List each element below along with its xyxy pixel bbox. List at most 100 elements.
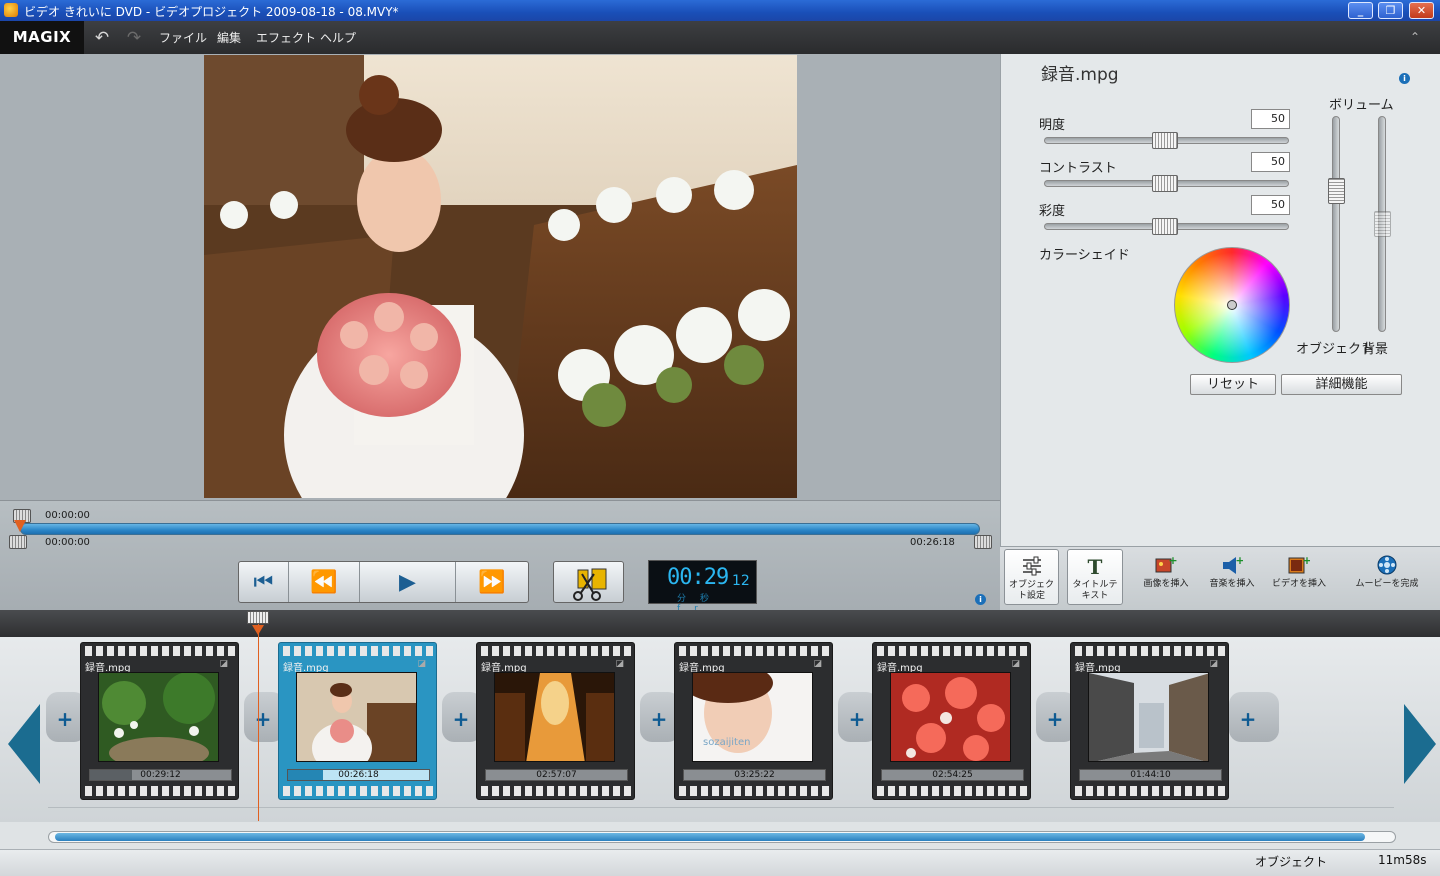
redo-icon[interactable]: ↷ (124, 28, 144, 48)
cut-button[interactable] (553, 561, 624, 603)
tool-insert-image[interactable]: + 画像を挿入 (1140, 549, 1192, 605)
timeline-clip[interactable]: 録音.mpg ◪ 01:44:10 (1070, 642, 1229, 800)
insert-end-icon[interactable]: + (1237, 707, 1259, 731)
rewind-button[interactable]: ⏪ (289, 562, 360, 602)
reset-button[interactable]: リセット (1190, 374, 1276, 395)
clip-lane: + 録音.mpg ◪ 00:29:12 + 録音.mpg ◪ 00:26:18 + 録音.mpg ◪… (46, 637, 1394, 808)
film-sprockets (283, 786, 434, 796)
scrub-end-time: 00:26:18 (910, 537, 955, 548)
title-bar: ビデオ きれいに DVD - ビデオプロジェクト 2009-08-18 - 08… (0, 0, 1440, 21)
panel-info-icon[interactable]: i (1399, 73, 1410, 84)
clip-audio-icon[interactable]: ◪ (417, 659, 426, 669)
timeline-clip[interactable]: 録音.mpg ◪ 02:54:25 (872, 642, 1031, 800)
film-sprockets (283, 646, 434, 656)
scissors-icon (573, 568, 607, 601)
tool-label: 音楽を挿入 (1209, 579, 1255, 589)
transport-controls: ⏮ ⏪ ▶ ⏩ (238, 561, 529, 603)
insert-between-icon[interactable]: + (450, 707, 472, 731)
info-icon[interactable]: i (975, 594, 986, 605)
advanced-button[interactable]: 詳細機能 (1281, 374, 1402, 395)
contrast-slider-knob[interactable] (1152, 175, 1178, 192)
tool-label: タイトルテキスト (1072, 580, 1118, 601)
menu-edit[interactable]: 編集 (217, 29, 241, 46)
tool-insert-video[interactable]: + ビデオを挿入 (1270, 549, 1328, 605)
go-to-start-button[interactable]: ⏮ (239, 562, 289, 602)
film-sprockets (877, 786, 1028, 796)
film-sprockets (877, 646, 1028, 656)
timeline-playhead-line (258, 621, 259, 821)
tool-label: ビデオを挿入 (1271, 579, 1326, 589)
contrast-input[interactable]: 50 (1251, 152, 1290, 172)
clip-audio-icon[interactable]: ◪ (1011, 659, 1020, 669)
tool-title-text[interactable]: T タイトルテキスト (1067, 549, 1123, 605)
clip-thumbnail (494, 672, 615, 762)
app-icon (4, 3, 18, 17)
timeline-clip[interactable]: 録音.mpg ◪ sozaijiten 03:25:22 (674, 642, 833, 800)
disc-icon (1377, 555, 1397, 575)
saturation-slider-knob[interactable] (1152, 218, 1178, 235)
timeline-scroll-thumb[interactable] (55, 833, 1365, 841)
fast-forward-button[interactable]: ⏩ (456, 562, 528, 602)
range-out-handle[interactable] (974, 535, 992, 549)
range-in-handle[interactable] (9, 535, 27, 549)
film-sprockets (85, 786, 236, 796)
timeline-clip[interactable]: 録音.mpg ◪ 02:57:07 (476, 642, 635, 800)
tool-object-settings[interactable]: オブジェクト設定 (1004, 549, 1059, 605)
timecode-frames: 12 (732, 573, 750, 589)
menu-help[interactable]: ヘルプ (320, 29, 356, 46)
insert-between-icon[interactable]: + (846, 707, 868, 731)
timeline-header (0, 610, 1440, 637)
film-sprockets (1075, 646, 1226, 656)
brightness-slider-knob[interactable] (1152, 132, 1178, 149)
tool-finish-movie[interactable]: ムービーを完成 (1354, 549, 1420, 605)
color-wheel-picker[interactable] (1227, 300, 1237, 310)
clip-audio-icon[interactable]: ◪ (1209, 659, 1218, 669)
menu-effect[interactable]: エフェクト (256, 29, 316, 46)
saturation-input[interactable]: 50 (1251, 195, 1290, 215)
scrub-track[interactable] (20, 523, 980, 535)
insert-between-icon[interactable]: + (648, 707, 670, 731)
brightness-input[interactable]: 50 (1251, 109, 1290, 129)
insert-between-icon[interactable]: + (1044, 707, 1066, 731)
film-sprockets (679, 646, 830, 656)
clip-duration: 02:54:25 (932, 770, 973, 780)
color-wheel[interactable] (1174, 247, 1290, 363)
timeline-clip[interactable]: 録音.mpg ◪ 00:29:12 (80, 642, 239, 800)
transport-area: 00:00:00 00:00:00 00:26:18 ⏮ ⏪ ▶ ⏩ 00:29… (0, 500, 1000, 614)
clip-duration-bar: 00:29:12 (89, 769, 232, 781)
insert-between-icon[interactable]: + (252, 707, 274, 731)
tool-insert-music[interactable]: + 音楽を挿入 (1206, 549, 1258, 605)
close-button[interactable]: ✕ (1409, 2, 1434, 19)
clip-duration: 01:44:10 (1130, 770, 1171, 780)
collapse-icon[interactable]: ⌃ (1410, 30, 1420, 44)
clip-duration: 00:26:18 (338, 770, 379, 780)
clip-audio-icon[interactable]: ◪ (219, 659, 228, 669)
minimize-button[interactable]: _ (1348, 2, 1373, 19)
film-sprockets (679, 786, 830, 796)
menu-file[interactable]: ファイル (159, 29, 207, 46)
svg-text:+: + (1168, 555, 1177, 567)
preview-image (204, 55, 797, 498)
clip-audio-icon[interactable]: ◪ (615, 659, 624, 669)
scrub-playhead[interactable] (14, 520, 26, 532)
object-volume-knob[interactable] (1328, 178, 1345, 204)
magix-logo: MAGIX (0, 21, 84, 54)
film-sprockets (1075, 786, 1226, 796)
timeline-playhead-handle[interactable] (247, 611, 269, 624)
scroll-right-arrow-icon[interactable] (1404, 704, 1436, 784)
restore-button[interactable]: ❐ (1378, 2, 1403, 19)
undo-icon[interactable]: ↶ (92, 28, 112, 48)
tool-label: ムービーを完成 (1355, 579, 1419, 589)
insert-between-icon[interactable]: + (54, 707, 76, 731)
background-volume-knob[interactable] (1374, 211, 1391, 237)
timeline-playhead-marker[interactable] (252, 625, 264, 635)
clip-audio-icon[interactable]: ◪ (813, 659, 822, 669)
object-volume-slider[interactable] (1332, 116, 1340, 332)
timeline-clip[interactable]: 録音.mpg ◪ 00:26:18 (278, 642, 437, 800)
clip-duration: 02:57:07 (536, 770, 577, 780)
scroll-left-arrow-icon[interactable] (8, 704, 40, 784)
play-icon: ▶ (398, 569, 416, 595)
insert-image-icon: + (1155, 555, 1177, 573)
timeline-scrollbar[interactable] (48, 831, 1396, 843)
play-button[interactable]: ▶ (360, 562, 457, 602)
